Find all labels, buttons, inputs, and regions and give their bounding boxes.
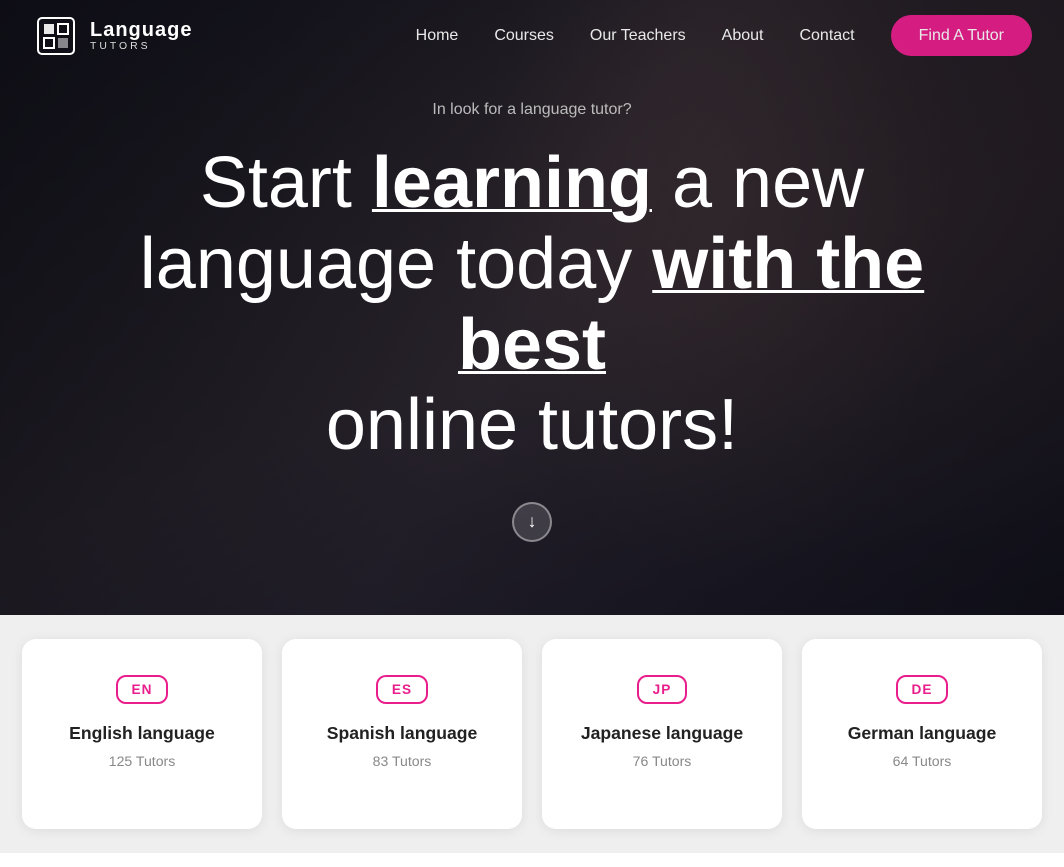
brand-sub: TUTORS [90, 41, 192, 52]
language-card-japanese[interactable]: JP Japanese language 76 Tutors [542, 639, 782, 829]
language-card-english[interactable]: EN English language 125 Tutors [22, 639, 262, 829]
language-count-english: 125 Tutors [109, 753, 176, 769]
language-name-german: German language [848, 722, 997, 745]
hero-text-learning: learning [372, 143, 652, 223]
nav-item-teachers[interactable]: Our Teachers [590, 27, 686, 45]
hero-section: In look for a language tutor? Start lear… [0, 0, 1064, 615]
language-badge-es: ES [376, 675, 428, 704]
language-count-japanese: 76 Tutors [633, 753, 692, 769]
logo-icon [32, 12, 80, 60]
hero-text-start: Start [200, 143, 372, 223]
hero-content: In look for a language tutor? Start lear… [0, 0, 1064, 615]
hero-text-end: online tutors! [326, 385, 738, 465]
navbar: Language TUTORS Home Courses Our Teacher… [0, 0, 1064, 72]
nav-item-contact[interactable]: Contact [799, 27, 854, 45]
language-badge-de: DE [896, 675, 949, 704]
scroll-down-button[interactable]: ↓ [512, 502, 552, 542]
nav-links: Home Courses Our Teachers About Contact … [416, 27, 1032, 45]
language-card-spanish[interactable]: ES Spanish language 83 Tutors [282, 639, 522, 829]
language-badge-jp: JP [637, 675, 688, 704]
language-name-spanish: Spanish language [327, 722, 478, 745]
logo[interactable]: Language TUTORS [32, 12, 192, 60]
language-name-japanese: Japanese language [581, 722, 743, 745]
language-count-spanish: 83 Tutors [373, 753, 432, 769]
nav-item-courses[interactable]: Courses [494, 27, 554, 45]
nav-item-home[interactable]: Home [416, 27, 459, 45]
nav-cta[interactable]: Find A Tutor [891, 27, 1032, 45]
language-name-english: English language [69, 722, 215, 745]
language-card-german[interactable]: DE German language 64 Tutors [802, 639, 1042, 829]
scroll-down-icon: ↓ [528, 511, 537, 532]
hero-subtitle: In look for a language tutor? [432, 101, 631, 119]
language-cards-section: EN English language 125 Tutors ES Spanis… [0, 615, 1064, 853]
nav-item-about[interactable]: About [722, 27, 764, 45]
brand-name: Language [90, 19, 192, 41]
language-badge-en: EN [116, 675, 169, 704]
hero-headline: Start learning a newlanguage today with … [82, 143, 982, 466]
language-count-german: 64 Tutors [893, 753, 952, 769]
